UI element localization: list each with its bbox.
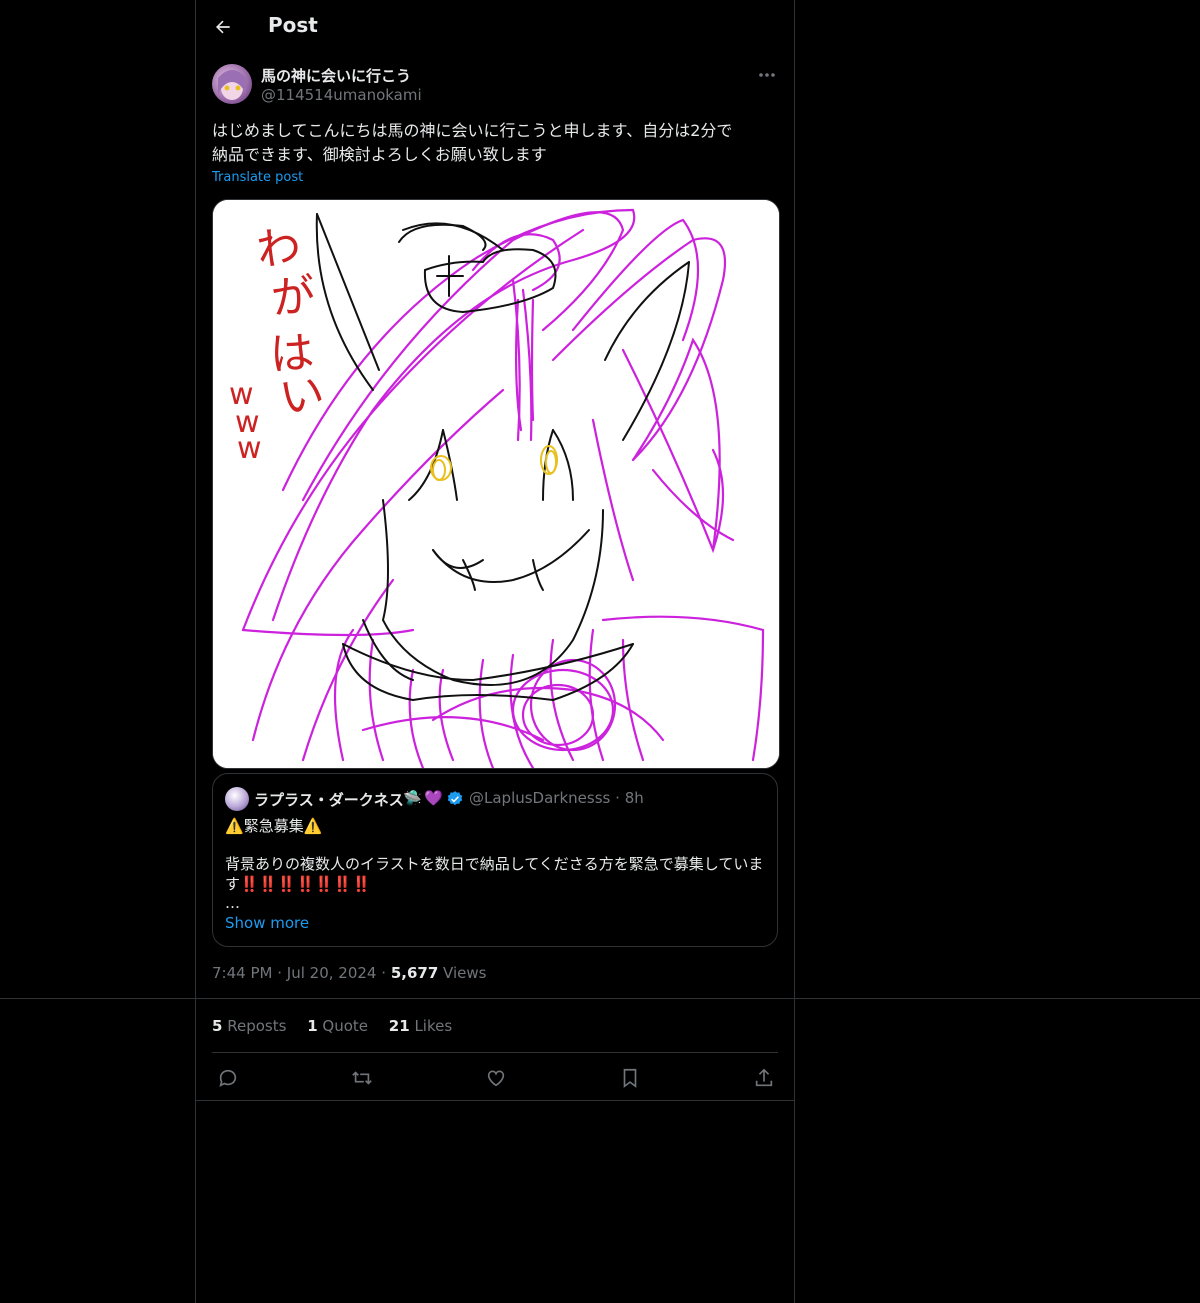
post-date[interactable]: Jul 20, 2024 <box>287 964 377 982</box>
purple-heart-emoji: 💜 <box>424 789 443 807</box>
drawing-illustration: わ が は い w w w <box>213 200 779 768</box>
quoted-time[interactable]: 8h <box>625 789 644 807</box>
heart-icon <box>487 1070 505 1087</box>
warning-icon: ⚠️ <box>303 817 323 835</box>
reposts-stat[interactable]: 5 Reposts <box>212 1017 286 1035</box>
likes-stat[interactable]: 21 Likes <box>389 1017 452 1035</box>
separator: · <box>615 789 620 807</box>
post-time[interactable]: 7:44 PM <box>212 964 272 982</box>
user-handle[interactable]: @114514umanokami <box>261 86 422 104</box>
quotes-count: 1 <box>307 1017 318 1035</box>
page-title: Post <box>268 13 318 37</box>
header: Post <box>196 0 794 53</box>
reposts-count: 5 <box>212 1017 223 1035</box>
divider-line <box>196 1100 794 1101</box>
translate-post-link[interactable]: Translate post <box>212 170 303 185</box>
divider-line <box>212 1052 778 1053</box>
quotes-stat[interactable]: 1 Quote <box>307 1017 368 1035</box>
quoted-title-text: 緊急募集 <box>243 817 304 835</box>
show-more-link[interactable]: Show more <box>225 914 309 932</box>
share-icon <box>755 1068 773 1087</box>
quoted-body-line: す‼️‼️‼️‼️‼️‼️‼️ <box>225 874 771 894</box>
quoted-handle[interactable]: @LaplusDarknesss <box>469 789 610 807</box>
ellipsis: … <box>225 894 240 912</box>
post-text-line: 納品できます、御検討よろしくお願い致します <box>212 145 547 164</box>
verified-badge-icon <box>447 791 463 806</box>
bookmark-icon <box>623 1068 637 1088</box>
quoted-title: ⚠️緊急募集⚠️ <box>225 815 322 836</box>
likes-count: 21 <box>388 1017 410 1035</box>
drawing-text: w <box>237 431 262 466</box>
like-button[interactable] <box>484 1066 508 1090</box>
drawing-text: が <box>269 270 318 325</box>
double-exclamation-marks: ‼️‼️‼️‼️‼️‼️‼️ <box>240 875 371 893</box>
quoted-handle-line: @LaplusDarknesss · 8h <box>469 789 644 807</box>
views-count: 5,677 <box>390 964 439 982</box>
likes-label: Likes <box>414 1017 453 1035</box>
warning-icon: ⚠️ <box>225 817 244 835</box>
separator: · <box>277 964 283 982</box>
post-text-line: はじめましてこんにちは馬の神に会いに行こうと申します、自分は2分で <box>212 121 733 140</box>
views-label: Views <box>443 964 487 982</box>
post-image[interactable]: わ が は い w w w <box>212 199 780 769</box>
post-text: はじめましてこんにちは馬の神に会いに行こうと申します、自分は2分で 納品できます… <box>212 119 778 167</box>
back-button[interactable] <box>208 12 238 42</box>
display-name[interactable]: 馬の神に会いに行こう <box>261 65 411 86</box>
separator: · <box>381 964 387 982</box>
drawing-text: わ <box>253 220 304 277</box>
reply-icon <box>219 1069 237 1087</box>
reposts-label: Reposts <box>227 1017 287 1035</box>
avatar[interactable] <box>212 64 252 104</box>
more-button[interactable] <box>752 64 782 86</box>
post-meta: 7:44 PM · Jul 20, 2024 · 5,677 Views <box>212 964 486 982</box>
quoted-avatar[interactable] <box>225 787 249 811</box>
quoted-display-name[interactable]: ラプラス・ダークネス <box>254 789 404 810</box>
repost-button[interactable] <box>350 1066 374 1090</box>
quoted-body-line: 背景ありの複数人のイラストを数日で納品してくださる方を緊急で募集していま <box>225 855 764 873</box>
ufo-emoji: 🛸 <box>403 789 422 807</box>
quoted-post[interactable]: ラプラス・ダークネス 🛸 💜 @LaplusDarknesss · 8h ⚠️緊… <box>212 773 778 947</box>
bookmark-button[interactable] <box>618 1066 642 1090</box>
reply-button[interactable] <box>216 1066 240 1090</box>
drawing-text: い <box>276 367 328 425</box>
quotes-label: Quote <box>322 1017 369 1035</box>
post-column: Post 馬の神に会いに行こう @114514umanokami はじめましてこ… <box>195 0 795 1303</box>
quoted-body-text: す <box>225 875 241 893</box>
arrow-left-icon <box>216 20 230 34</box>
post-stats: 5 Reposts 1 Quote 21 Likes <box>212 1017 452 1035</box>
quoted-body: 背景ありの複数人のイラストを数日で納品してくださる方を緊急で募集していま す‼️… <box>225 854 771 894</box>
repost-icon <box>352 1071 372 1085</box>
share-button[interactable] <box>752 1066 776 1090</box>
more-horizontal-icon <box>759 73 775 77</box>
